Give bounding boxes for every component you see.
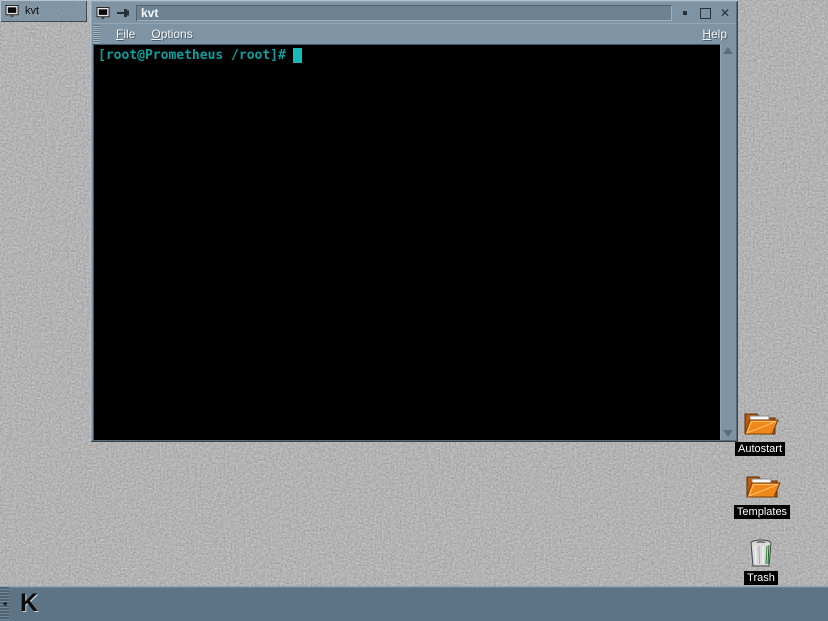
folder-icon [739,406,781,440]
menu-help[interactable]: Help [694,25,735,43]
menubar-grip[interactable] [93,25,100,43]
terminal-icon [5,5,20,18]
sticky-pin-icon[interactable] [114,5,132,21]
desktop-icon-templates[interactable]: Templates [732,469,792,519]
terminal-output[interactable]: [root@Prometheus /root]# [93,44,720,440]
menu-options[interactable]: Options [143,25,200,43]
taskbar-window-label: kvt [25,5,39,17]
hide-arrow-icon: ◂ [2,599,6,608]
scroll-up-icon[interactable] [723,47,733,54]
kde-panel: ◂ K [0,586,828,621]
trash-icon [746,537,776,569]
desktop-icon-autostart[interactable]: Autostart [730,406,790,456]
minimize-button[interactable] [676,5,694,21]
folder-icon [741,469,783,503]
maximize-button[interactable] [696,5,714,21]
k-menu-icon: K [20,589,38,618]
k-menu-button[interactable]: K [13,588,45,619]
desktop-icon-trash[interactable]: Trash [731,537,791,585]
taskbar-window-button[interactable]: kvt [0,0,87,22]
terminal-window: kvt ✕ File Options Help [root@Prometheus… [90,0,738,442]
icon-label: Templates [734,505,790,519]
window-menu-icon[interactable] [94,5,112,21]
icon-label: Trash [744,571,778,585]
menu-file[interactable]: File [108,25,143,43]
panel-hide-button[interactable]: ◂ [0,587,9,620]
terminal-scrollbar[interactable] [720,44,735,440]
terminal-area[interactable]: [root@Prometheus /root]# [93,44,735,440]
desktop: kvt kvt ✕ [0,0,828,621]
terminal-cursor [293,48,302,63]
menubar: File Options Help [93,23,735,44]
icon-label: Autostart [735,442,785,456]
window-title[interactable]: kvt [136,5,672,21]
scroll-down-icon[interactable] [723,430,733,437]
shell-prompt: [root@Prometheus /root]# [98,48,286,63]
titlebar[interactable]: kvt ✕ [93,3,735,23]
close-button[interactable]: ✕ [716,5,734,21]
